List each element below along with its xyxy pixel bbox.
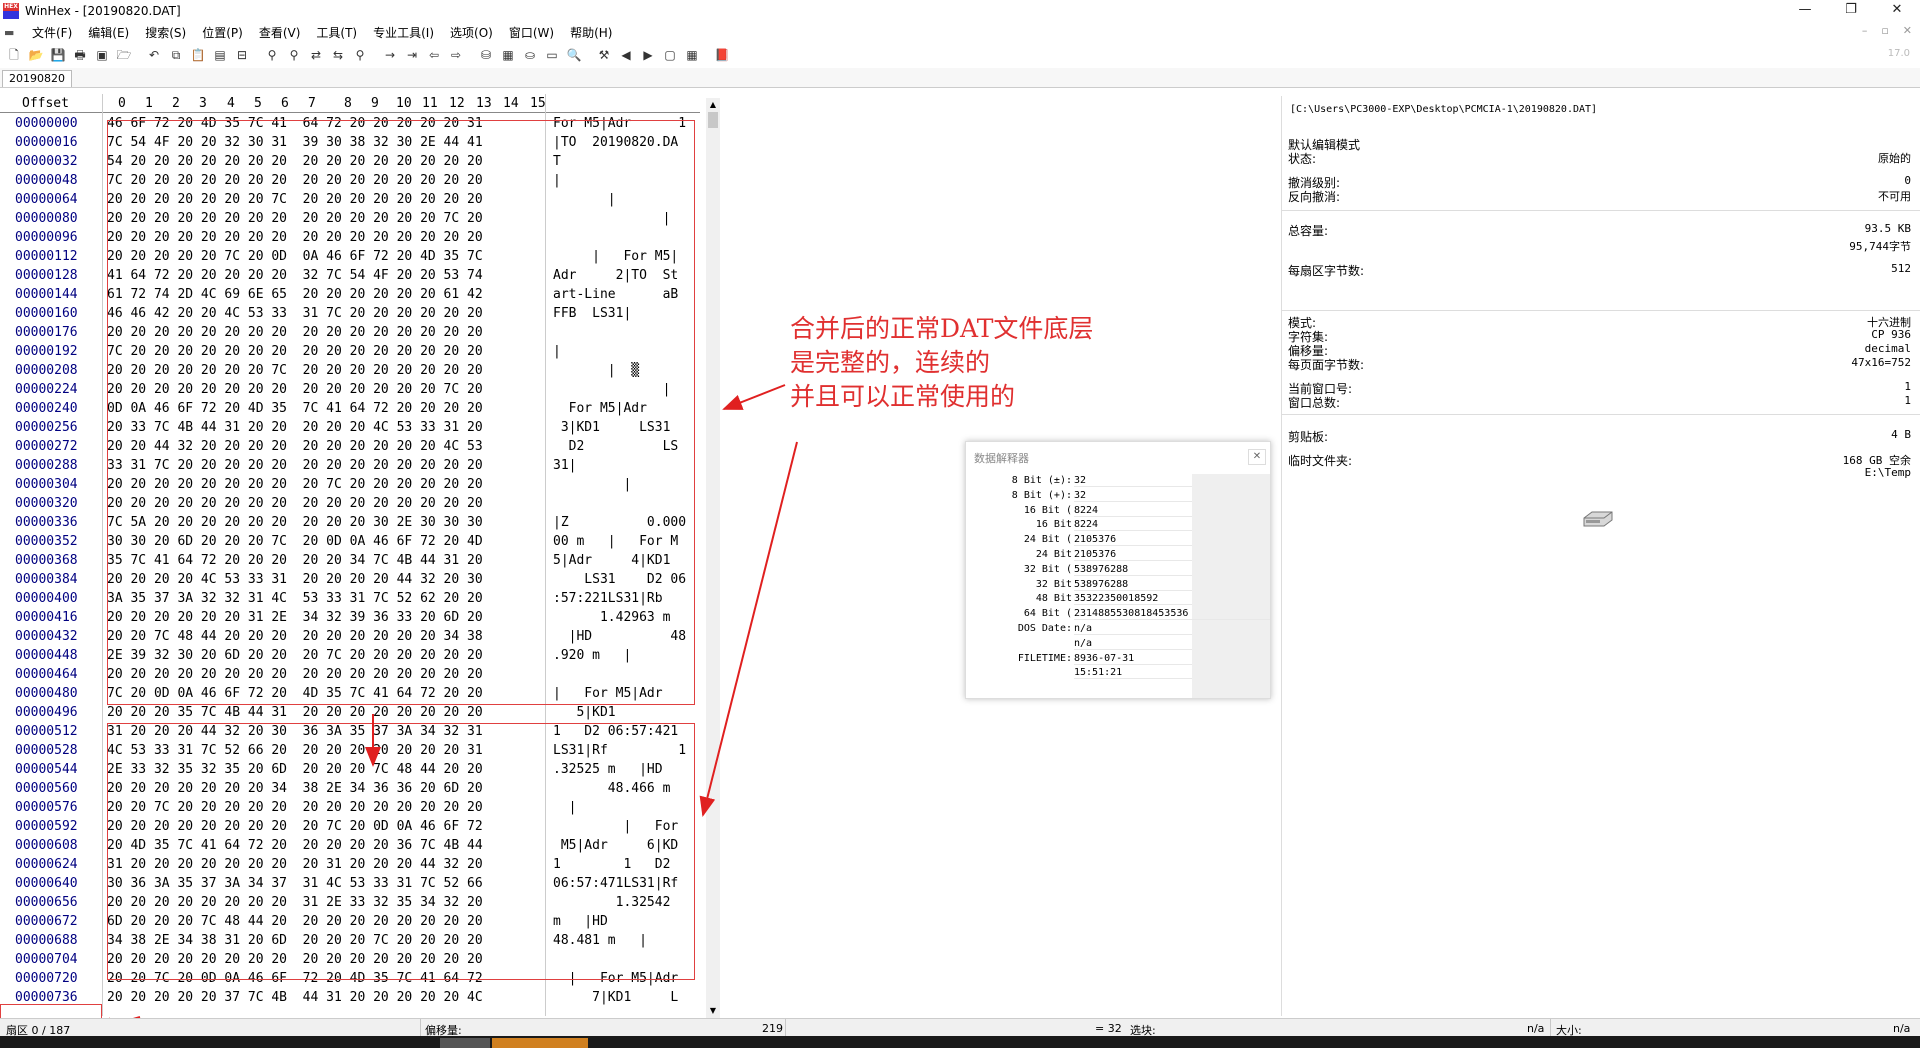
interpreter-label: 32 Bit ( [1023,563,1072,575]
file-path: [C:\Users\PC3000-EXP\Desktop\PCMCIA-1\20… [1290,104,1598,115]
clipboard-label: 剪贴板: [1288,430,1329,444]
interpreter-label: FILETIME: [1017,652,1072,664]
interpreter-row[interactable]: 32 Bit 538976288 [966,579,1272,594]
capacity-label: 总容量: [1288,224,1329,238]
interpreter-value[interactable]: 2105376 [1074,549,1192,561]
size-status-value: n/a [1893,1022,1911,1035]
arrow-to-bottom-frame [699,441,798,817]
interpreter-row[interactable]: FILETIME: 8936-07-31 [966,653,1272,668]
taskbar-item[interactable] [440,1038,490,1048]
interpreter-value[interactable]: 538976288 [1074,579,1192,591]
reverse-undo-label: 反向撤消: [1288,190,1341,204]
interpreter-label: 32 Bit [1035,578,1072,590]
capacity-bytes: 95,744字节 [1849,240,1911,253]
interpreter-label: 24 Bit [1035,549,1072,560]
interpreter-label: 48 Bit [1035,593,1072,605]
interpreter-label: 24 Bit ( [1023,534,1072,546]
interpreter-value[interactable]: 538976288 [1074,564,1192,576]
capacity-kb: 93.5 KB [1864,222,1911,235]
interpreter-label: 16 Bit ( [1023,504,1072,516]
interpreter-row[interactable]: 8 Bit (±): 32 [966,475,1272,490]
reverse-undo-value: 不可用 [1878,190,1911,203]
interpreter-value[interactable]: 8936-07-31 [1074,653,1192,665]
interpreter-label: DOS Date: [1017,623,1072,634]
interpreter-label: 16 Bit [1035,519,1072,531]
interpreter-row[interactable]: DOS Date: n/a [966,623,1272,638]
interpreter-value[interactable]: 35322350018592 [1074,593,1192,606]
interpreter-label: 64 Bit ( [1023,608,1072,620]
select-status-value: n/a [1527,1022,1545,1035]
interpreter-value[interactable]: n/a [1074,638,1192,650]
disk-drive-icon [1583,511,1613,527]
interpreter-row[interactable]: 15:51:21 [966,667,1272,682]
offset-mode-value: decimal [1864,342,1911,355]
temp-folder-path: E:\Temp [1864,466,1911,479]
value-status: = 32 [1095,1022,1122,1035]
close-icon[interactable]: ✕ [1248,449,1266,465]
offset-status-value: 219 [762,1022,783,1035]
interpreter-value[interactable]: 32 [1074,475,1192,487]
current-window-value: 1 [1904,380,1911,393]
bytes-per-page-label: 每页面字节数: [1288,358,1365,372]
bytes-per-sector-value: 512 [1891,262,1911,275]
interpreter-row[interactable]: 24 Bit 2105376 [966,549,1272,564]
interpreter-row[interactable]: 48 Bit 35322350018592 [966,593,1272,608]
interpreter-row[interactable]: 8 Bit (+): 32 [966,490,1272,505]
interpreter-row[interactable]: 32 Bit (538976288 [966,564,1272,579]
window-total-value: 1 [1904,394,1911,407]
state-label: 状态: [1288,152,1317,166]
interpreter-value[interactable]: 2314885530818453536 [1074,608,1270,621]
clipboard-value: 4 B [1891,428,1911,441]
taskbar-item-active[interactable] [492,1038,588,1048]
interpreter-value[interactable]: 8224 [1074,519,1192,532]
undo-level-value: 0 [1904,174,1911,187]
interpreter-label: 8 Bit (+): [1011,489,1072,501]
charset-value: CP 936 [1871,328,1911,341]
data-interpreter-window[interactable]: 数据解释器 ✕ 8 Bit (±): 32 8 Bit (+): 32 16 Bit (… [965,441,1271,699]
interpreter-row[interactable]: 64 Bit (2314885530818453536 [966,608,1272,623]
interpreter-row[interactable]: 16 Bit 8224 [966,519,1272,534]
interpreter-row[interactable]: n/a [966,638,1272,653]
window-total-label: 窗口总数: [1288,396,1341,410]
bytes-per-sector-label: 每扇区字节数: [1288,264,1365,278]
interpreter-row[interactable]: 16 Bit (8224 [966,505,1272,520]
interpreter-value[interactable]: 8224 [1074,505,1192,517]
interpreter-value[interactable]: 15:51:21 [1074,667,1192,680]
data-interpreter-title: 数据解释器 [974,452,1029,465]
interpreter-label: 8 Bit (±): [1011,475,1072,486]
status-bar: 扇区 0 / 187 偏移量: 219 = 32 选块: n/a 大小: n/a [0,1018,1920,1037]
interpreter-value[interactable]: 32 [1074,490,1192,502]
interpreter-value[interactable]: n/a [1074,623,1192,635]
interpreter-row[interactable]: 24 Bit (2105376 [966,534,1272,549]
arrow-to-top-frame [722,384,786,410]
info-panel: [C:\Users\PC3000-EXP\Desktop\PCMCIA-1\20… [1281,96,1920,1016]
state-value: 原始的 [1878,152,1911,165]
interpreter-value[interactable]: 2105376 [1074,534,1192,547]
bytes-per-page-value: 47x16=752 [1851,356,1911,369]
taskbar-strip [0,1036,1920,1048]
